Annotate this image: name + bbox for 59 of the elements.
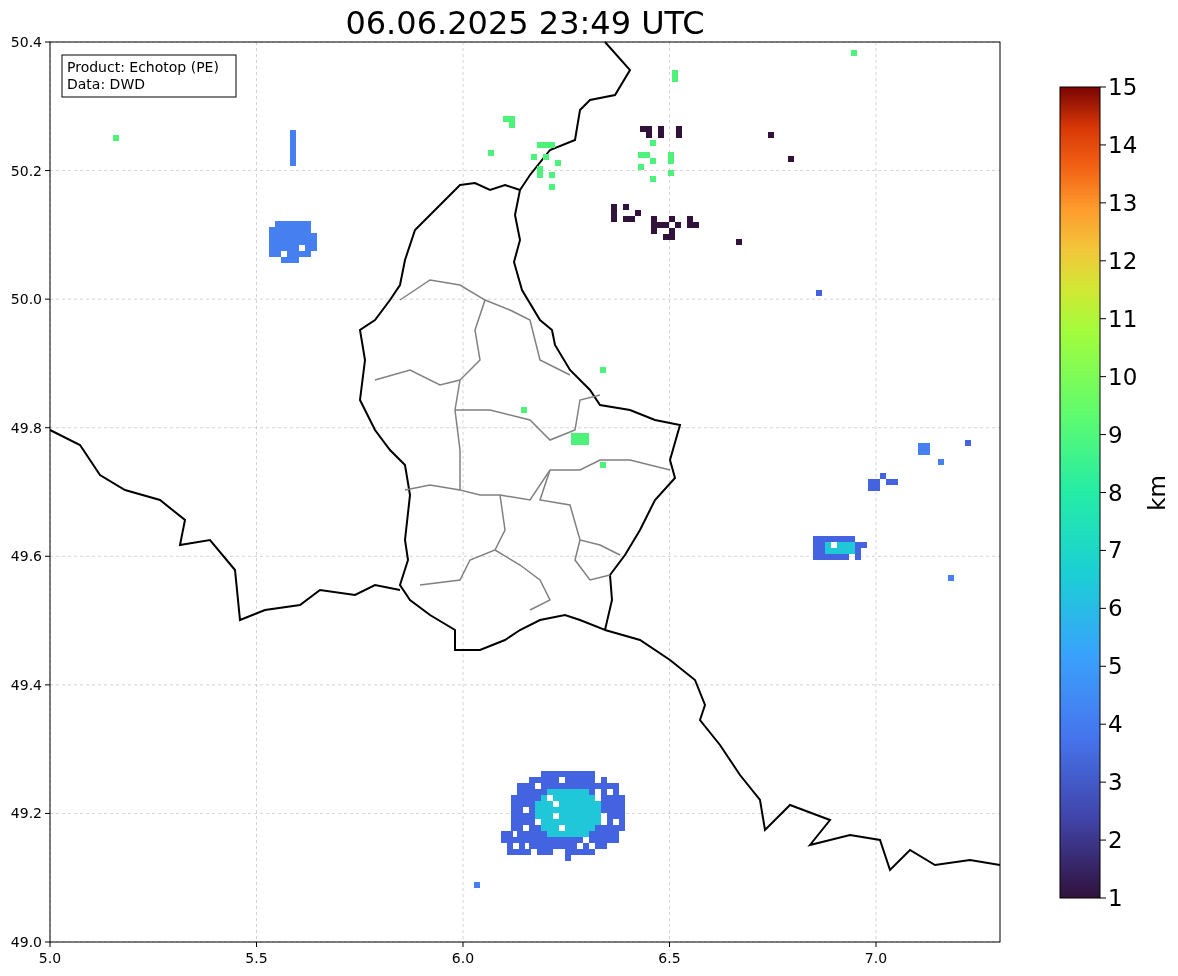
colorbar-tick-label: 10	[1108, 363, 1138, 390]
colorbar-tick-label: 15	[1108, 74, 1138, 100]
x-axis-tick-label: 5.0	[38, 950, 62, 966]
radar-echo-pixel	[816, 290, 822, 296]
radar-echo-cluster	[290, 130, 296, 166]
x-axis-tick-label: 6.5	[658, 950, 681, 966]
radar-echo-cluster	[269, 221, 317, 263]
radar-echo-cluster	[571, 433, 589, 445]
chart-title: 06.06.2025 23:49 UTC	[345, 4, 705, 42]
y-axis-tick-label: 50.0	[10, 291, 42, 308]
colorbar-tick-label: 1	[1108, 885, 1123, 911]
colorbar-tick-label: 14	[1108, 131, 1138, 158]
radar-echo-cluster	[503, 116, 515, 128]
radar-echo-pixel	[938, 459, 944, 465]
radar-echo-pixel	[788, 156, 794, 162]
y-axis-tick-label: 49.8	[10, 419, 42, 436]
radar-echo-pixel	[948, 575, 954, 581]
radar-echo-pixel	[851, 50, 857, 56]
colorbar-tick-label: 13	[1108, 189, 1138, 216]
info-box-text: Data: DWD	[67, 76, 145, 92]
radar-echo-pixel	[474, 882, 480, 888]
y-axis-tick-label: 49.2	[10, 805, 42, 822]
colorbar-label: km	[1144, 475, 1170, 511]
colorbar-tick-label: 8	[1108, 479, 1123, 506]
radar-echo-cluster	[531, 142, 561, 190]
x-axis-tick-label: 5.5	[245, 950, 268, 966]
radar-echo-pixel	[521, 407, 527, 413]
radar-echo-cluster	[651, 216, 699, 240]
x-axis-tick-label: 7.0	[864, 950, 888, 966]
y-axis-tick-label: 49.6	[10, 548, 42, 565]
colorbar-tick-label: 4	[1108, 711, 1123, 738]
colorbar-tick-label: 7	[1108, 537, 1123, 564]
colorbar-tick-label: 9	[1108, 421, 1123, 448]
colorbar-tick-label: 5	[1108, 653, 1123, 680]
radar-echo-pixel	[113, 135, 119, 141]
colorbar-tick-label: 11	[1108, 305, 1138, 332]
radar-echo-pixel	[768, 132, 774, 138]
radar-echo-cluster	[611, 204, 641, 222]
radar-echo-pixel	[600, 462, 606, 468]
radar-echo-cluster	[868, 473, 898, 491]
x-axis-tick-label: 6.0	[451, 950, 475, 966]
radar-echo-pixel	[488, 150, 494, 156]
radar-echo-cluster	[813, 536, 867, 560]
radar-echo-cluster	[640, 126, 682, 138]
colorbar-tick-label: 2	[1108, 827, 1123, 854]
colorbar-tick-label: 6	[1108, 595, 1123, 622]
radar-echo-pixel	[736, 239, 742, 245]
info-box-text: Product: Echotop (PE)	[67, 59, 219, 75]
colorbar-tick-label: 12	[1108, 247, 1138, 274]
radar-echo-cluster	[638, 140, 674, 182]
radar-echo-pixel	[965, 440, 971, 446]
y-axis-tick-label: 49.4	[10, 676, 42, 693]
y-axis-tick-label: 50.4	[10, 34, 42, 50]
radar-echo-pixel	[600, 367, 606, 373]
radar-echo-cluster	[672, 70, 678, 82]
radar-echo-cluster	[918, 443, 930, 455]
colorbar-tick-label: 3	[1108, 769, 1123, 796]
y-axis-tick-label: 49.0	[10, 934, 42, 950]
y-axis-tick-label: 50.2	[10, 162, 42, 179]
